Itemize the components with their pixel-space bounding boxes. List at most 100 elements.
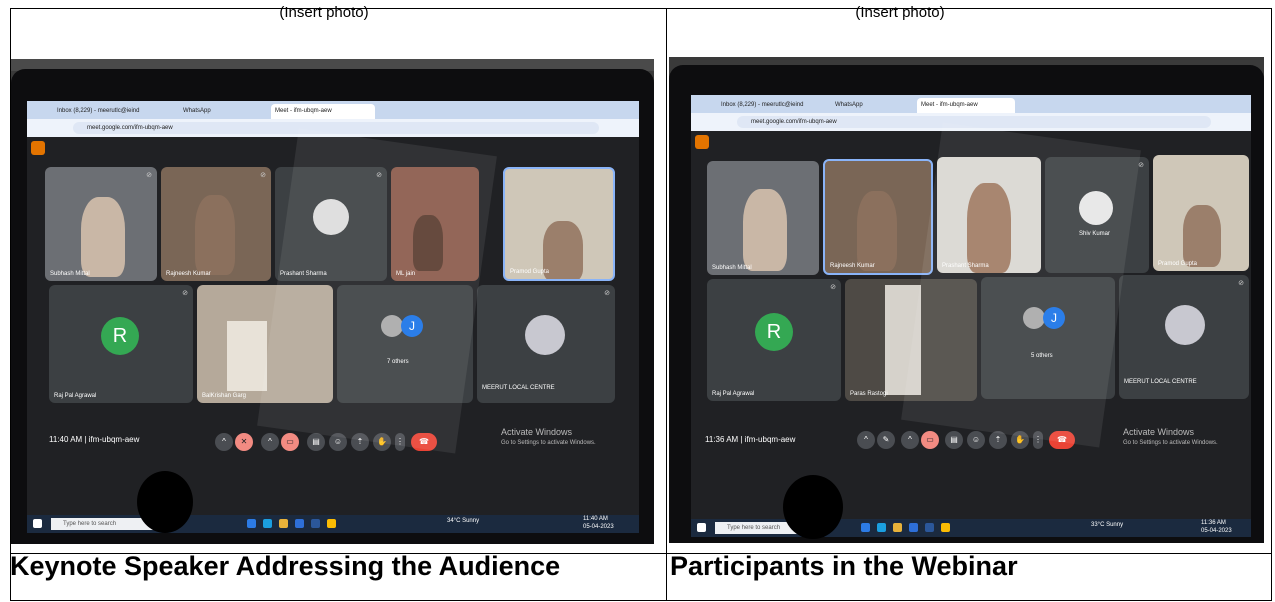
mic-off-icon: ⊘: [146, 172, 152, 179]
browser-icon[interactable]: [263, 519, 272, 528]
tab-meet: Meet - ifm-ubqm-aew: [917, 98, 1015, 113]
participant-tile: ⊘ MEERUT LOCAL CENTRE: [1119, 275, 1249, 399]
mic-off-icon: ⊘: [604, 290, 610, 297]
participant-video: [81, 197, 125, 277]
meet-activity-icon: [31, 141, 45, 155]
laptop-screen: Inbox (8,229) - meerutlc@ieind WhatsApp …: [27, 101, 639, 533]
participant-tile: R ⊘ Raj Pal Agrawal: [707, 279, 841, 401]
participant-video: [1183, 205, 1221, 267]
captions-button[interactable]: ▤: [945, 431, 963, 449]
insert-photo-placeholder-left: (Insert photo): [279, 4, 369, 21]
weather-status: 33°C Sunny: [1091, 522, 1124, 528]
tab-whatsapp: WhatsApp: [835, 102, 863, 108]
tab-gmail: Inbox (8,229) - meerutlc@ieind: [721, 102, 804, 108]
edge-icon[interactable]: [861, 523, 870, 532]
caption-keynote: Keynote Speaker Addressing the Audience: [10, 551, 561, 581]
edge-icon[interactable]: [247, 519, 256, 528]
camera-off-button[interactable]: ▭: [921, 431, 939, 449]
emoji-button[interactable]: ☺: [967, 431, 985, 449]
chevron-up-icon[interactable]: ^: [857, 431, 875, 449]
clock-date: 05-04-2023: [583, 524, 614, 530]
file-explorer-icon[interactable]: [893, 523, 902, 532]
chevron-up-icon[interactable]: ^: [901, 431, 919, 449]
browser-tab-bar: Inbox (8,229) - meerutlc@ieind WhatsApp …: [27, 101, 639, 119]
mic-off-icon: ⊘: [260, 172, 266, 179]
screen-reflection: [257, 128, 497, 454]
activate-windows-subtitle: Go to Settings to activate Windows.: [1123, 440, 1218, 446]
participant-tile: ⊘ MEERUT LOCAL CENTRE: [477, 285, 615, 403]
url-field: meet.google.com/ifm-ubqm-aew: [73, 122, 599, 134]
insert-photo-placeholder-right: (Insert photo): [855, 4, 945, 21]
activate-windows-subtitle: Go to Settings to activate Windows.: [501, 440, 596, 446]
participant-name: Pramod Gupta: [510, 269, 550, 275]
activate-windows-title: Activate Windows: [501, 427, 573, 437]
camera-shadow: [783, 475, 843, 539]
laptop-screen: Inbox (8,229) - meerutlc@ieind WhatsApp …: [691, 95, 1251, 537]
avatar: R: [755, 313, 793, 351]
store-icon[interactable]: [295, 519, 304, 528]
participant-name: Pramod Gupta: [1158, 261, 1198, 267]
mic-off-icon: ⊘: [182, 290, 188, 297]
windows-taskbar: Type here to search 34°C Sunny 11:40 AM …: [27, 515, 639, 533]
column-divider: [666, 9, 667, 600]
participant-tile: R ⊘ Raj Pal Agrawal: [49, 285, 193, 403]
participant-name: Raj Pal Agrawal: [712, 391, 755, 397]
windows-start-icon[interactable]: [33, 519, 42, 528]
clock-time: 11:40 AM: [583, 516, 608, 522]
participant-video: [195, 195, 235, 275]
participant-tile: ⊘ Subhash Mittal: [45, 167, 157, 281]
meeting-info: 11:36 AM | ifm-ubqm-aew: [705, 435, 796, 444]
captions-button[interactable]: ▤: [307, 433, 325, 451]
chevron-up-icon[interactable]: ^: [261, 433, 279, 451]
chrome-icon[interactable]: [941, 523, 950, 532]
caption-participants: Participants in the Webinar: [670, 551, 1018, 581]
mic-button[interactable]: ✎: [877, 431, 895, 449]
participant-name: Raj Pal Agrawal: [54, 393, 97, 399]
chrome-icon[interactable]: [327, 519, 336, 528]
screen-reflection: [901, 122, 1141, 448]
participant-name: MEERUT LOCAL CENTRE: [1124, 379, 1197, 385]
participant-name: BalKrishan Garg: [202, 393, 247, 399]
browser-icon[interactable]: [877, 523, 886, 532]
word-icon[interactable]: [925, 523, 934, 532]
windows-taskbar: Type here to search 33°C Sunny 11:36 AM …: [691, 519, 1251, 537]
participant-name: Subhash Mittal: [712, 265, 752, 271]
word-icon[interactable]: [311, 519, 320, 528]
mic-off-icon: ⊘: [1238, 280, 1244, 287]
participant-tile: Subhash Mittal: [707, 161, 819, 275]
participant-name: Rajneesh Kumar: [166, 271, 211, 277]
mic-off-button[interactable]: ✕: [235, 433, 253, 451]
meeting-info: 11:40 AM | ifm-ubqm-aew: [49, 435, 140, 444]
windows-start-icon[interactable]: [697, 523, 706, 532]
participant-name: Subhash Mittal: [50, 271, 90, 277]
activate-windows-title: Activate Windows: [1123, 427, 1195, 437]
participant-tile: Pramod Gupta: [1153, 155, 1249, 271]
logo: [525, 315, 565, 355]
tab-gmail: Inbox (8,229) - meerutlc@ieind: [57, 108, 140, 114]
tab-whatsapp: WhatsApp: [183, 108, 211, 114]
avatar: R: [101, 317, 139, 355]
participant-tile-speaking: Rajneesh Kumar: [823, 159, 933, 275]
clock-date: 05-04-2023: [1201, 528, 1232, 534]
participant-video: [743, 189, 787, 271]
participant-name: MEERUT LOCAL CENTRE: [482, 385, 555, 391]
logo: [1165, 305, 1205, 345]
participant-video: [227, 321, 267, 391]
file-explorer-icon[interactable]: [279, 519, 288, 528]
participant-tile-speaking: Pramod Gupta: [503, 167, 615, 281]
clock-time: 11:36 AM: [1201, 520, 1226, 526]
participant-name: Paras Rastogi: [850, 391, 888, 397]
store-icon[interactable]: [909, 523, 918, 532]
browser-tab-bar: Inbox (8,229) - meerutlc@ieind WhatsApp …: [691, 95, 1251, 113]
mic-off-icon: ⊘: [830, 284, 836, 291]
participant-name: Rajneesh Kumar: [830, 263, 875, 269]
chevron-up-icon[interactable]: ^: [215, 433, 233, 451]
participant-video: [857, 191, 897, 271]
participant-tile: ⊘ Rajneesh Kumar: [161, 167, 271, 281]
meet-activity-icon: [695, 135, 709, 149]
camera-shadow: [137, 471, 193, 533]
photo-keynote-speaker: Inbox (8,229) - meerutlc@ieind WhatsApp …: [11, 59, 654, 544]
photo-webinar-participants: Inbox (8,229) - meerutlc@ieind WhatsApp …: [669, 57, 1264, 543]
camera-off-button[interactable]: ▭: [281, 433, 299, 451]
tab-meet: Meet - ifm-ubqm-aew: [271, 104, 375, 119]
